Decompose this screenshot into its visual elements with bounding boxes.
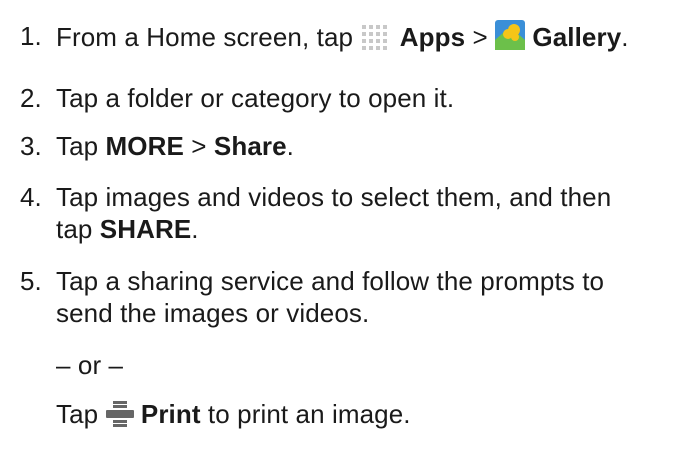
step-text-segment: . [286,131,294,161]
step-text-line-2: tap SHARE. [56,213,199,245]
step-text-segment: From a Home screen, tap [56,22,361,52]
separator: > [465,22,496,52]
print-label: Print [140,399,201,429]
print-text: Tap Print to print an image. [56,398,411,434]
apps-grid-icon [360,24,392,57]
step-text-segment: Tap [56,399,106,429]
step-text-line-2: send the images or videos. [56,298,370,328]
step-number: 2. [20,83,42,113]
step-text-segment: . [191,214,199,244]
share-label: Share [213,131,287,161]
step-text: Tap MORE > Share. [56,130,294,162]
apps-label: Apps [399,22,466,52]
step-text-line-1: Tap a sharing service and follow the pro… [56,266,605,296]
step-text-segment: to print an image. [200,399,411,429]
more-label: MORE [105,131,184,161]
share-caps-label: SHARE [99,214,192,244]
or-text: – or – [56,350,124,380]
step-text-segment: . [621,22,629,52]
step-text: From a Home screen, tap Apps > Gallery. [56,20,629,57]
step-text-line-1: Tap images and videos to select them, an… [56,182,612,212]
step-text: Tap a folder or category to open it. [56,83,455,113]
step-number: 1. [20,21,42,51]
gallery-label: Gallery [532,22,622,52]
step-number: 4. [20,182,42,212]
step-text-segment: tap [56,214,100,244]
step-number: 3. [20,131,42,161]
printer-icon [105,401,134,434]
step-text-segment: Tap [56,131,106,161]
step-number: 5. [20,266,42,296]
separator: > [183,131,214,161]
gallery-icon [495,20,526,57]
